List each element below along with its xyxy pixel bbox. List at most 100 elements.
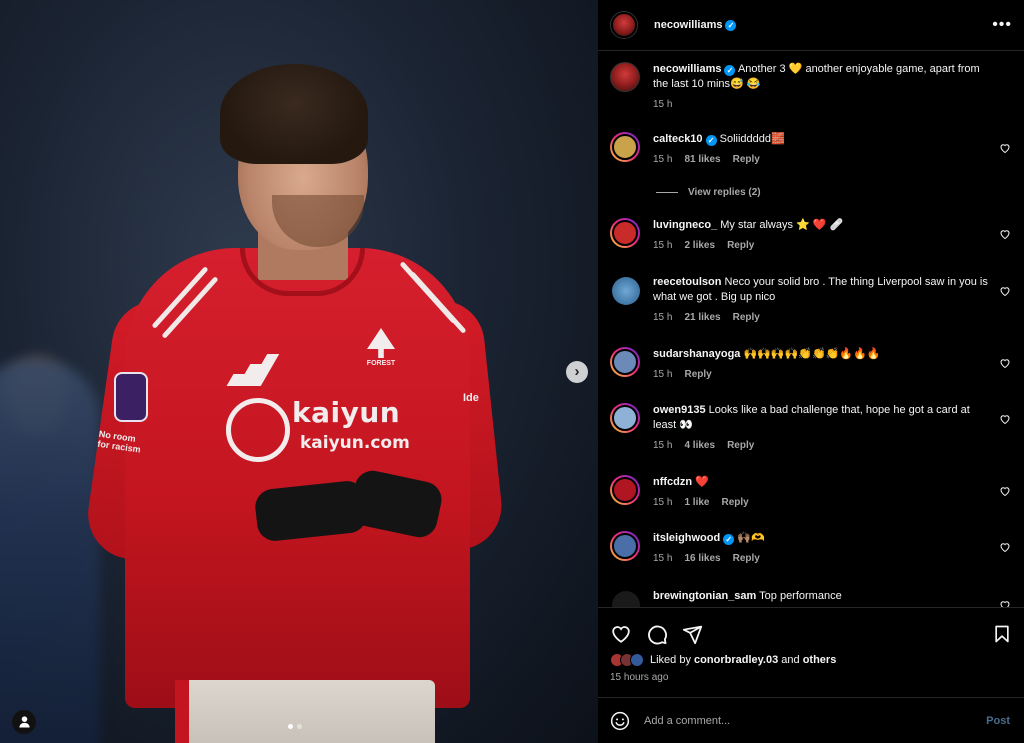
verified-badge-icon: ✓ (725, 19, 737, 31)
caption-body: necowilliams ✓ Another 3 💛 another enjoya… (653, 62, 993, 112)
comment-likes[interactable]: 16 likes (684, 551, 720, 566)
avatar-wrap (610, 347, 640, 380)
comment-input[interactable] (644, 714, 977, 727)
post-side-panel: necowilliams ✓ ••• necowilliams ✓ Another… (598, 0, 1024, 743)
heart-icon[interactable] (999, 413, 1011, 425)
avatar (630, 653, 644, 667)
next-image-button[interactable]: › (566, 361, 588, 383)
comment-body: nffcdzn ❤️ 15 h 1 like Reply (653, 475, 993, 510)
heart-icon[interactable] (999, 599, 1011, 607)
heart-icon[interactable] (999, 357, 1011, 369)
comment-icon[interactable] (646, 623, 668, 645)
liked-by-prefix: Liked by (650, 654, 691, 666)
reply-button[interactable]: Reply (722, 495, 749, 510)
liked-by-row: Liked by conorbradley.03 and others (598, 648, 1024, 667)
comment-username[interactable]: sudarshanayoga (653, 348, 740, 360)
comment-text: Soliiddddd🧱 (719, 133, 785, 145)
comment-likes[interactable]: 81 likes (684, 152, 720, 167)
comment-time: 15 h (653, 312, 673, 323)
sponsor-name: kaiyun (292, 396, 401, 429)
avatar[interactable] (610, 62, 640, 92)
comment-likes[interactable]: 4 likes (684, 438, 715, 453)
comment-text: 🙌🏽🫶 (737, 532, 765, 544)
avatar (612, 405, 638, 431)
author-avatar-ring[interactable] (610, 11, 638, 39)
comment-body: itsleighwood ✓ 🙌🏽🫶 15 h 16 likes Reply (653, 531, 993, 566)
reply-button[interactable]: Reply (684, 367, 711, 382)
comment-body: reecetoulson Neco your solid bro . The t… (653, 275, 993, 325)
comment-body: luvingneco_ My star always ⭐ ❤️ 🩹 15 h 2… (653, 218, 993, 253)
comment-text: My star always ⭐ ❤️ 🩹 (720, 219, 844, 231)
comment-text: 🙌🙌🙌🙌👏👏👏🔥🔥🔥 (743, 348, 881, 360)
caption-username[interactable]: necowilliams (653, 63, 721, 75)
background-person (0, 360, 100, 743)
comments-list[interactable]: necowilliams ✓ Another 3 💛 another enjoya… (598, 52, 1024, 607)
heart-icon[interactable] (999, 485, 1011, 497)
story-ring[interactable] (610, 475, 640, 505)
comment-body: calteck10 ✓ Soliiddddd🧱 15 h 81 likes Rep… (653, 132, 993, 167)
comment-body: brewingtonian_sam Top performance (653, 589, 993, 604)
comment-username[interactable]: itsleighwood (653, 532, 720, 544)
comment-time: 15 h (653, 440, 673, 451)
comment-likes[interactable]: 2 likes (684, 238, 715, 253)
player-shorts (175, 680, 435, 743)
bookmark-icon[interactable] (992, 624, 1012, 644)
comment-username[interactable]: nffcdzn (653, 476, 692, 488)
avatar[interactable] (612, 591, 640, 607)
comment-likes[interactable]: 1 like (684, 495, 709, 510)
caption-timestamp: 15 h (653, 99, 673, 110)
story-ring[interactable] (610, 132, 640, 162)
post-comment-button[interactable]: Post (986, 715, 1010, 727)
story-ring[interactable] (610, 218, 640, 248)
shorts-stripe (175, 680, 189, 743)
reply-button[interactable]: Reply (733, 551, 760, 566)
carousel-dot-active (288, 724, 293, 729)
post-header: necowilliams ✓ ••• (598, 0, 1024, 51)
emoji-icon[interactable] (610, 711, 630, 731)
liked-by-user[interactable]: conorbradley.03 (694, 654, 778, 666)
comment-username[interactable]: calteck10 (653, 133, 703, 145)
caption-avatar-wrap (610, 62, 640, 92)
heart-icon[interactable] (610, 623, 632, 645)
heart-icon[interactable] (999, 228, 1011, 240)
view-replies-button[interactable]: View replies (2) (656, 187, 761, 198)
post-media[interactable]: FOREST No room for racism Ide kaiyun kai… (0, 0, 598, 743)
more-options-icon[interactable]: ••• (992, 16, 1012, 34)
caption-meta: 15 h (653, 97, 993, 112)
shirt-sponsor: kaiyun kaiyun.com (232, 396, 417, 453)
share-icon[interactable] (682, 624, 703, 645)
author-username[interactable]: necowilliams (654, 19, 722, 31)
verified-badge-icon: ✓ (705, 135, 717, 146)
comment-username[interactable]: reecetoulson (653, 276, 721, 288)
story-ring[interactable] (610, 403, 640, 433)
comment-likes[interactable]: 21 likes (684, 310, 720, 325)
heart-icon[interactable] (999, 541, 1011, 553)
sleeve-sponsor: Ide (463, 392, 479, 404)
comment-body: sudarshanayoga 🙌🙌🙌🙌👏👏👏🔥🔥🔥 15 h Reply (653, 347, 993, 382)
chevron-right-icon: › (574, 363, 580, 380)
liked-by-and: and (781, 654, 800, 666)
avatar[interactable] (612, 277, 640, 305)
player-hair (220, 64, 368, 164)
comment-username[interactable]: owen9135 (653, 404, 706, 416)
heart-icon[interactable] (999, 142, 1011, 154)
post-timestamp[interactable]: 15 hours ago (598, 667, 1024, 683)
verified-badge-icon: ✓ (724, 65, 736, 76)
reply-button[interactable]: Reply (733, 310, 760, 325)
divider (656, 192, 678, 193)
reply-button[interactable]: Reply (733, 152, 760, 167)
story-ring[interactable] (610, 531, 640, 561)
heart-icon[interactable] (999, 285, 1011, 297)
liked-by-others[interactable]: others (803, 654, 837, 666)
kit-brand-logo (222, 348, 280, 386)
tagged-users-button[interactable] (12, 710, 36, 734)
crest-text: FOREST (366, 360, 396, 367)
comment-username[interactable]: brewingtonian_sam (653, 590, 756, 602)
story-ring[interactable] (610, 347, 640, 377)
comment-meta: 15 h 4 likes Reply (653, 438, 993, 453)
reply-button[interactable]: Reply (727, 238, 754, 253)
comment-username[interactable]: luvingneco_ (653, 219, 717, 231)
reply-button[interactable]: Reply (727, 438, 754, 453)
avatar-wrap (610, 475, 640, 508)
liker-avatars (610, 653, 644, 667)
